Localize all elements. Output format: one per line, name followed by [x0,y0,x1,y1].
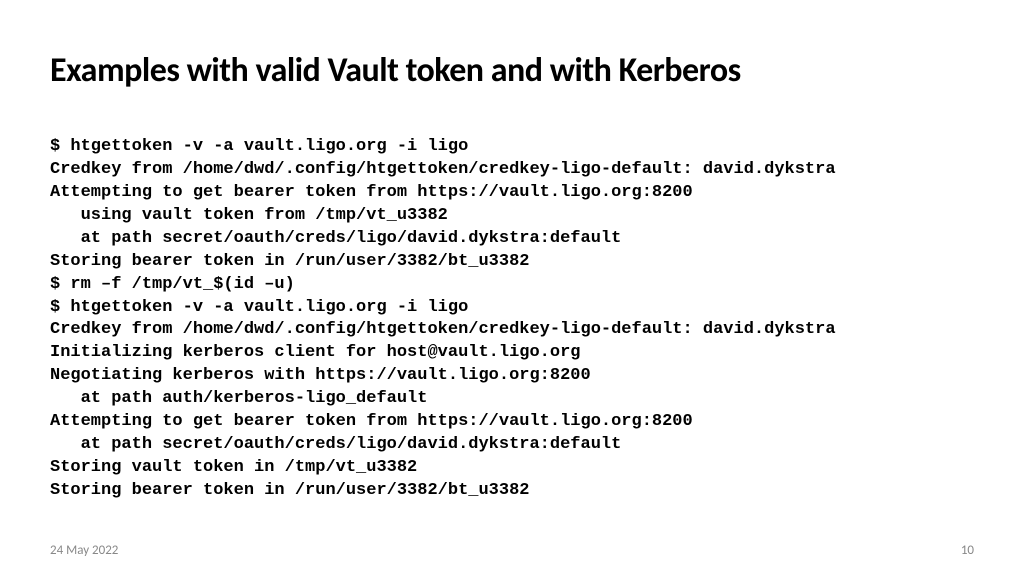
code-line: Attempting to get bearer token from http… [50,183,693,202]
code-line: at path secret/oauth/creds/ligo/david.dy… [50,435,621,454]
code-line: Negotiating kerberos with https://vault.… [50,366,591,385]
code-line: at path auth/kerberos-ligo_default [50,389,427,408]
code-line: at path secret/oauth/creds/ligo/david.dy… [50,229,621,248]
code-line: Storing vault token in /tmp/vt_u3382 [50,458,417,477]
terminal-output: $ htgettoken -v -a vault.ligo.org -i lig… [50,113,974,503]
code-line: Storing bearer token in /run/user/3382/b… [50,252,529,271]
code-line: $ htgettoken -v -a vault.ligo.org -i lig… [50,137,468,156]
footer-date: 24 May 2022 [50,543,118,558]
code-line: $ htgettoken -v -a vault.ligo.org -i lig… [50,298,468,317]
code-line: Attempting to get bearer token from http… [50,412,693,431]
code-line: using vault token from /tmp/vt_u3382 [50,206,448,225]
footer-page-number: 10 [961,543,974,558]
code-line: Credkey from /home/dwd/.config/htgettoke… [50,320,836,339]
code-line: $ rm –f /tmp/vt_$(id –u) [50,275,295,294]
slide-footer: 24 May 2022 10 [50,543,974,558]
code-line: Credkey from /home/dwd/.config/htgettoke… [50,160,836,179]
slide-title: Examples with valid Vault token and with… [50,50,974,91]
code-line: Storing bearer token in /run/user/3382/b… [50,481,529,500]
code-line: Initializing kerberos client for host@va… [50,343,581,362]
